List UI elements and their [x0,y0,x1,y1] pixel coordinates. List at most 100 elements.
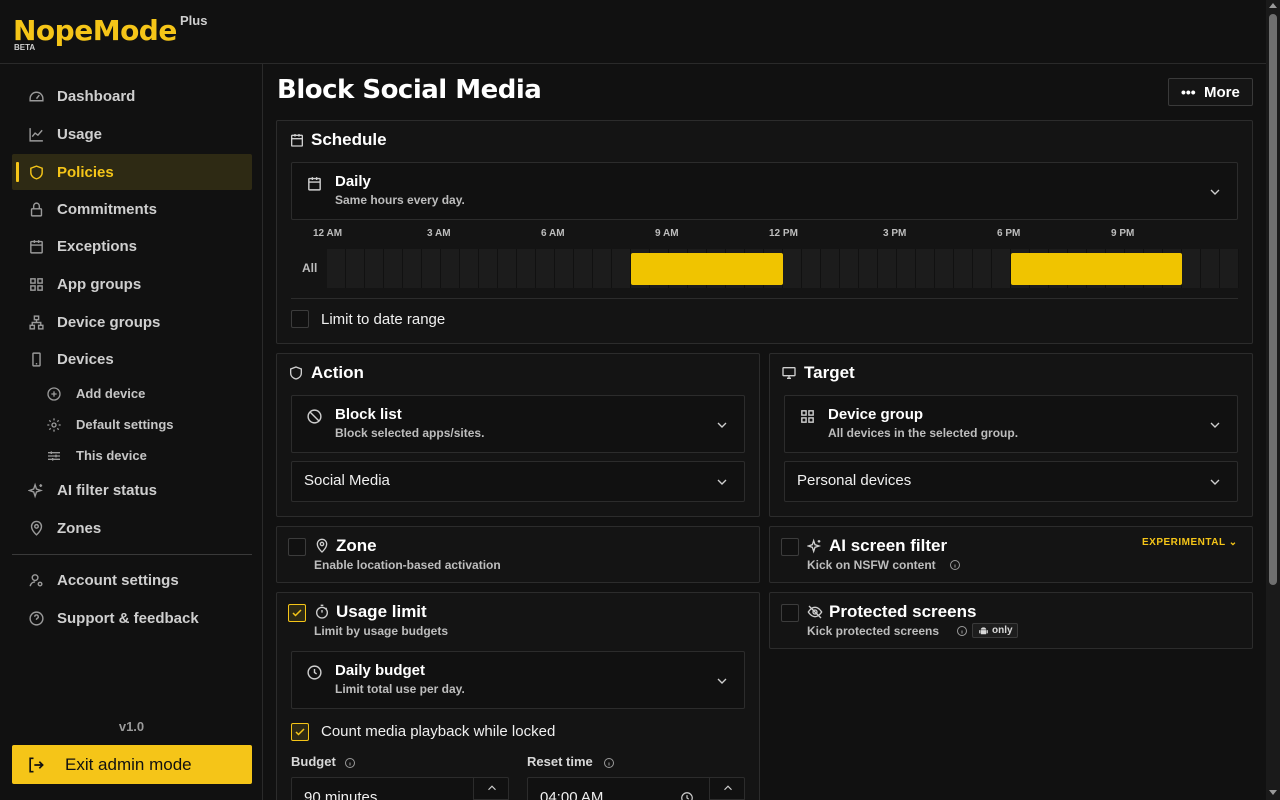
zone-checkbox[interactable] [288,538,306,556]
schedule-mode-select[interactable]: Daily Same hours every day. [291,162,1238,220]
timeline-slot[interactable] [935,249,954,288]
sidebar-item-ai-filter-status[interactable]: AI filter status [12,472,252,508]
timeline-slot[interactable] [555,249,574,288]
sidebar-item-policies[interactable]: Policies [12,154,252,190]
timeline-slot[interactable] [973,249,992,288]
timeline-slot[interactable] [1220,249,1239,288]
usage-mode-select[interactable]: Daily budget Limit total use per day. [291,651,745,709]
timeline-slot[interactable] [498,249,517,288]
timeline-slot[interactable] [574,249,593,288]
timeline-slot[interactable] [1182,249,1201,288]
timeline-slot[interactable] [327,249,346,288]
usage-limit-checkbox[interactable] [288,604,306,622]
timeline-hour-label: 6 PM [997,228,1021,239]
timeline-slot[interactable] [859,249,878,288]
sidebar-item-account-settings[interactable]: Account settings [12,562,252,598]
timeline-slot[interactable] [821,249,840,288]
target-mode-title: Device group [828,406,924,423]
info-icon[interactable] [956,625,968,637]
timeline-slot[interactable] [916,249,935,288]
count-media-checkbox[interactable] [291,723,309,741]
more-button[interactable]: ••• More [1168,78,1253,106]
info-icon[interactable] [603,757,615,769]
target-mode-subtitle: All devices in the selected group. [828,426,1019,440]
sidebar-item-label: App groups [57,275,142,293]
page-scrollbar[interactable] [1266,0,1280,800]
timeline-slot[interactable] [954,249,973,288]
target-mode-select[interactable]: Device group All devices in the selected… [784,395,1238,453]
timeline-slot[interactable] [840,249,859,288]
device-group-select[interactable]: Personal devices [784,461,1238,502]
budget-increment[interactable] [473,778,509,800]
calendar-icon [30,240,43,254]
sidebar-item-label: Support & feedback [57,609,199,627]
timeline-slot[interactable] [992,249,1011,288]
timeline-slot[interactable] [422,249,441,288]
chevron-down-icon [717,479,727,485]
sidebar-subitem-default-settings[interactable]: Default settings [40,413,240,437]
timeline-slot[interactable] [783,249,802,288]
timeline-slot[interactable] [517,249,536,288]
scroll-down-icon[interactable] [1269,790,1277,795]
sidebar-item-app-groups[interactable]: App groups [12,266,252,302]
reset-time-input[interactable]: 04:00 AM [527,777,745,800]
grid-icon [801,410,814,423]
ai-filter-title: AI screen filter [829,536,948,555]
protected-screens-card: Protected screens Kick protected screens [769,592,1253,649]
exit-admin-mode-button[interactable]: Exit admin mode [12,745,252,784]
info-icon[interactable] [949,559,961,571]
sidebar-item-label: Devices [57,350,114,368]
timeline-slot[interactable] [384,249,403,288]
sidebar-item-zones[interactable]: Zones [12,510,252,546]
action-mode-select[interactable]: Block list Block selected apps/sites. [291,395,745,453]
block-list-value: Social Media [304,472,390,489]
usage-limit-card: Usage limit Limit by usage budgets Daily… [276,592,760,800]
sidebar-item-device-groups[interactable]: Device groups [12,304,252,340]
sidebar-subitem-this-device[interactable]: This device [40,444,240,468]
sidebar-item-support[interactable]: Support & feedback [12,600,252,636]
stopwatch-icon [316,604,328,619]
scroll-up-icon[interactable] [1269,3,1277,8]
sidebar-item-dashboard[interactable]: Dashboard [12,78,252,114]
reset-time-increment[interactable] [709,778,745,800]
sidebar-item-usage[interactable]: Usage [12,116,252,152]
timeline-slot[interactable] [403,249,422,288]
ai-filter-checkbox[interactable] [781,538,799,556]
timeline-slot[interactable] [346,249,365,288]
timeline-slot[interactable] [897,249,916,288]
exit-icon [29,757,44,773]
timeline-slot[interactable] [1201,249,1220,288]
sidebar-item-devices[interactable]: Devices [12,341,252,377]
sidebar-item-label: Usage [57,125,103,143]
timeline-hour-label: 9 AM [655,228,679,239]
timeline-slot[interactable] [593,249,612,288]
calendar-icon [308,177,321,191]
experimental-badge[interactable]: EXPERIMENTAL ⌄ [1142,537,1238,548]
protected-screens-checkbox[interactable] [781,604,799,622]
sidebar-subitem-add-device[interactable]: Add device [40,382,240,406]
timeline-slot[interactable] [536,249,555,288]
timeline-slot[interactable] [612,249,631,288]
budget-value: 90 minutes [304,789,378,800]
scrollbar-thumb[interactable] [1269,14,1277,585]
timeline-slot[interactable] [802,249,821,288]
timeline-slot[interactable] [365,249,384,288]
user-gear-icon [29,574,43,587]
schedule-block[interactable] [631,253,783,285]
timeline-slot[interactable] [441,249,460,288]
schedule-block[interactable] [1011,253,1182,285]
sidebar-item-exceptions[interactable]: Exceptions [12,228,252,264]
protected-screens-subtitle: Kick protected screens [807,624,940,638]
timeline-slot[interactable] [460,249,479,288]
tier-label: Plus [180,13,208,28]
budget-input[interactable]: 90 minutes [291,777,509,800]
sidebar-item-commitments[interactable]: Commitments [12,191,252,227]
info-icon[interactable] [344,757,356,769]
chevron-up-icon [488,785,496,791]
sidebar-item-label: Commitments [57,200,158,218]
block-list-select[interactable]: Social Media [291,461,745,502]
timeline-slot[interactable] [878,249,897,288]
timeline-slot[interactable] [479,249,498,288]
date-range-checkbox[interactable] [291,310,309,328]
more-button-label: More [1204,84,1240,101]
